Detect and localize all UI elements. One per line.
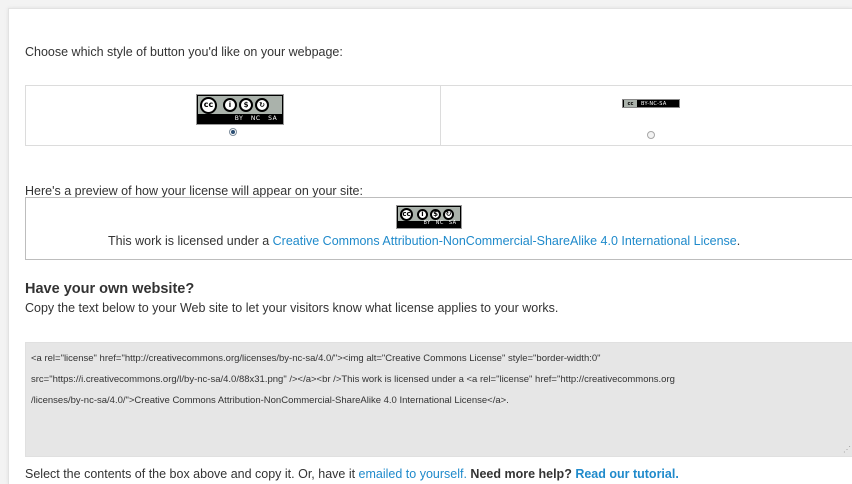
preview-prefix: This work is licensed under a [108,234,273,248]
style-radio-small[interactable] [647,131,655,139]
choose-style-label: Choose which style of button you'd like … [25,45,343,59]
footer-prefix: Select the contents of the box above and… [25,467,359,481]
email-link[interactable]: emailed to yourself. [359,467,467,481]
badge-label-by: BY [234,114,244,122]
by-preview-icon: i [417,208,428,220]
cc-logo-small-icon: cc [624,100,637,107]
license-link[interactable]: Creative Commons Attribution-NonCommerci… [273,234,737,248]
nc-preview-icon: $ [430,208,441,220]
cc-badge-preview-icon: cc i $ ↻ BY NC SA [396,205,462,229]
resize-grip-icon[interactable]: ⋰ [843,445,851,481]
badge-label-small: BY-NC-SA [641,100,667,107]
nc-icon: $ [239,98,253,112]
sa-icon: ↻ [255,98,269,112]
style-option-small[interactable]: cc BY-NC-SA [441,86,852,145]
cc-badge-small-icon: cc BY-NC-SA [622,99,680,108]
preview-suffix: . [736,234,741,248]
tutorial-link[interactable]: Read our tutorial. [575,467,678,481]
badge-label-nc: NC [250,114,261,122]
button-style-chooser: cc i $ ↻ BY NC SA cc BY-NC-SA [25,85,852,146]
license-preview: cc i $ ↻ BY NC SA This work is licensed … [25,197,852,260]
own-website-heading: Have your own website? [25,281,195,297]
license-chooser-panel: Choose which style of button you'd like … [8,8,852,484]
style-radio-large[interactable] [229,128,237,136]
cc-logo-icon: cc [200,96,217,114]
cc-badge-large-icon: cc i $ ↻ BY NC SA [196,94,284,125]
style-option-large[interactable]: cc i $ ↻ BY NC SA [26,86,440,145]
embed-code-textarea[interactable]: <a rel="license" href="http://creativeco… [25,342,852,457]
preview-badge-label-by: BY [423,220,431,226]
by-icon: i [223,98,237,112]
cc-logo-preview-icon: cc [400,207,413,221]
preview-license-statement: This work is licensed under a Creative C… [108,234,740,248]
help-text: Need more help? [470,467,572,481]
preview-badge-label-sa: SA [448,220,457,226]
own-website-description: Copy the text below to your Web site to … [25,301,559,315]
sa-preview-icon: ↻ [443,208,454,220]
preview-badge-label-nc: NC [435,220,444,226]
footer-instructions: Select the contents of the box above and… [25,467,679,481]
preview-intro: Here's a preview of how your license wil… [25,184,363,198]
badge-label-sa: SA [268,114,278,122]
